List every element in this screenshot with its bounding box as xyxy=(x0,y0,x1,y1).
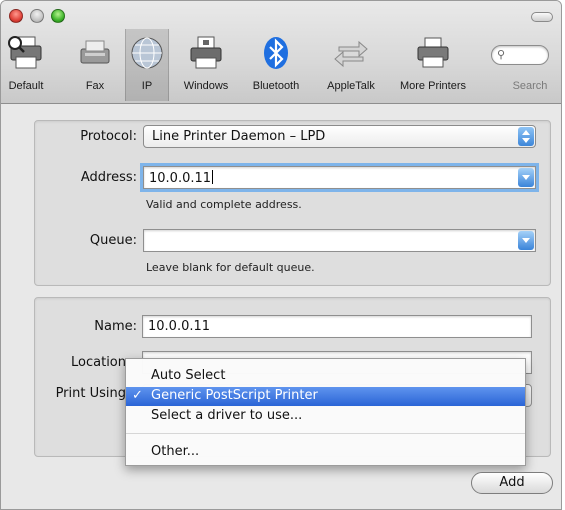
zoom-button[interactable] xyxy=(51,9,65,23)
toolbar-label: More Printers xyxy=(399,80,467,92)
name-label: Name: xyxy=(94,319,137,334)
add-button[interactable]: Add xyxy=(471,472,553,494)
toolbar-label: Default xyxy=(8,80,44,92)
menu-item-select-driver[interactable]: Select a driver to use... xyxy=(126,407,525,426)
address-label: Address: xyxy=(80,170,137,185)
checkmark-icon: ✓ xyxy=(132,388,143,403)
queue-combo-field[interactable] xyxy=(143,229,536,252)
menu-item-other[interactable]: Other... xyxy=(126,443,525,462)
queue-label: Queue: xyxy=(89,233,137,248)
toolbar-bluetooth[interactable]: Bluetooth xyxy=(243,29,309,101)
address-hint: Valid and complete address. xyxy=(146,198,302,211)
menu-item-label: Select a driver to use... xyxy=(151,408,303,423)
toolbar-ip[interactable]: IP xyxy=(125,29,169,101)
toolbar-default[interactable]: Default xyxy=(1,29,51,101)
printer-icon xyxy=(8,36,42,69)
address-combo-field[interactable]: 10.0.0.11 xyxy=(143,166,536,189)
minimize-button[interactable] xyxy=(30,9,44,23)
search-area: Search xyxy=(497,29,561,101)
toolbar-toggle-button[interactable] xyxy=(531,12,553,22)
fax-icon xyxy=(80,40,110,64)
more-printers-icon xyxy=(417,37,449,68)
appletalk-icon xyxy=(334,40,368,68)
toolbar-appletalk[interactable]: AppleTalk xyxy=(315,29,387,101)
toolbar-label: AppleTalk xyxy=(327,80,375,92)
toolbar-fax[interactable]: Fax xyxy=(73,29,117,101)
globe-icon xyxy=(131,37,163,69)
chevron-down-icon[interactable] xyxy=(518,168,534,187)
menu-item-label: Other... xyxy=(151,444,200,459)
queue-hint: Leave blank for default queue. xyxy=(146,261,315,274)
toolbar-more-printers[interactable]: More Printers xyxy=(390,29,476,101)
toolbar-label: Fax xyxy=(85,80,105,92)
protocol-popup[interactable]: Line Printer Daemon – LPD xyxy=(143,125,536,148)
toolbar-label: Bluetooth xyxy=(252,80,300,92)
menu-separator xyxy=(126,433,525,434)
protocol-label: Protocol: xyxy=(80,129,137,144)
text-cursor xyxy=(212,170,214,184)
add-printer-window: Default Fax IP Windows Bluetooth AppleTa… xyxy=(0,0,562,510)
toolbar-windows[interactable]: Windows xyxy=(175,29,237,101)
updown-arrows-icon xyxy=(518,127,534,146)
location-label: Location xyxy=(71,355,126,370)
menu-item-label: Auto Select xyxy=(151,368,226,383)
address-value: 10.0.0.11 xyxy=(149,171,212,186)
print-using-menu: Auto Select ✓ Generic PostScript Printer… xyxy=(125,358,526,466)
search-label: Search xyxy=(512,80,548,92)
toolbar: Default Fax IP Windows Bluetooth AppleTa… xyxy=(1,1,561,104)
protocol-value: Line Printer Daemon – LPD xyxy=(152,129,326,144)
menu-item-generic-postscript[interactable]: ✓ Generic PostScript Printer xyxy=(126,387,525,406)
toolbar-label: Windows xyxy=(183,80,229,92)
windows-printer-icon xyxy=(190,36,222,69)
chevron-down-icon[interactable] xyxy=(518,231,534,250)
bluetooth-icon xyxy=(264,37,288,69)
close-button[interactable] xyxy=(9,9,23,23)
name-value: 10.0.0.11 xyxy=(148,319,211,334)
menu-item-auto-select[interactable]: Auto Select xyxy=(126,367,525,386)
print-using-label: Print Using xyxy=(55,386,126,401)
name-field[interactable]: 10.0.0.11 xyxy=(142,315,532,338)
toolbar-label: IP xyxy=(141,80,153,92)
menu-item-label: Generic PostScript Printer xyxy=(151,388,318,403)
